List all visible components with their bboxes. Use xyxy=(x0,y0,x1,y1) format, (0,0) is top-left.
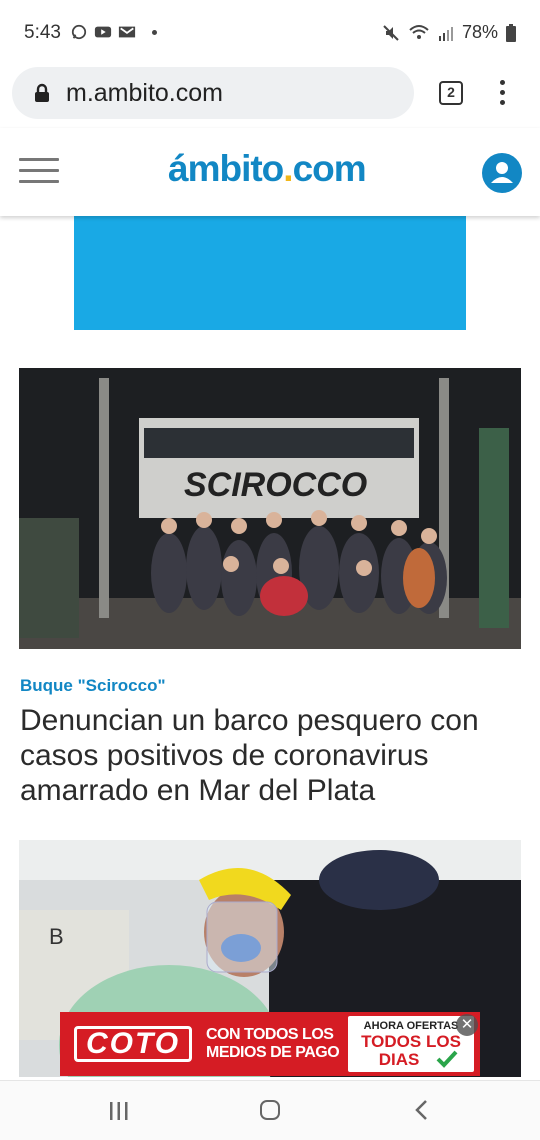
logo-dot: . xyxy=(283,148,293,189)
battery-percent: 78% xyxy=(461,22,498,42)
status-time: 5:43 xyxy=(24,22,61,43)
user-account-icon[interactable] xyxy=(482,153,522,193)
coto-line-2: MEDIOS DE PAGO xyxy=(206,1044,340,1061)
site-logo[interactable]: ámbito.com xyxy=(168,148,367,190)
gmail-icon xyxy=(118,26,136,38)
hamburger-menu-icon[interactable] xyxy=(19,158,59,184)
dot-icon xyxy=(499,80,505,85)
dot-icon xyxy=(152,29,157,35)
back-icon[interactable] xyxy=(414,1099,428,1121)
advertisement-banner[interactable] xyxy=(74,216,466,330)
ship-crew-photo: SCIROCCO xyxy=(19,368,521,649)
dot-icon xyxy=(499,100,505,105)
browser-toolbar: m.ambito.com 2 xyxy=(0,64,540,126)
lock-icon xyxy=(35,83,49,102)
url-text[interactable]: m.ambito.com xyxy=(66,79,223,108)
tab-switcher-button[interactable]: 2 xyxy=(439,81,463,105)
browser-menu-button[interactable] xyxy=(498,80,506,108)
logo-main: ámbito xyxy=(168,148,284,189)
system-icons: 78% xyxy=(382,22,516,43)
coto-advertisement[interactable]: COTO CON TODOS LOS MEDIOS DE PAGO AHORA … xyxy=(60,1012,480,1076)
logo-tld: com xyxy=(292,148,367,189)
dot-icon xyxy=(499,90,505,95)
wifi-icon xyxy=(409,24,429,39)
mute-icon xyxy=(383,24,399,41)
coto-logo: COTO xyxy=(74,1026,192,1062)
status-bar: 5:43 78% xyxy=(0,0,540,64)
offer-line-1: TODOS LOS xyxy=(361,1032,461,1051)
check-icon xyxy=(436,1050,458,1068)
whatsapp-icon xyxy=(71,24,87,40)
ad-close-button[interactable]: ✕ xyxy=(456,1014,478,1036)
coto-line-1: CON TODOS LOS xyxy=(206,1026,334,1043)
article-headline[interactable]: Denuncian un barco pesquero con casos po… xyxy=(20,703,520,808)
signal-icon xyxy=(438,26,453,41)
article-image-ship[interactable]: SCIROCCO xyxy=(19,368,521,649)
home-icon[interactable] xyxy=(260,1100,280,1120)
battery-icon xyxy=(506,23,516,42)
ship-name-text: SCIROCCO xyxy=(184,466,367,504)
system-navigation-bar xyxy=(0,1080,540,1140)
site-header: ámbito.com xyxy=(0,128,540,216)
article-kicker[interactable]: Buque "Scirocco" xyxy=(20,676,166,696)
address-bar[interactable]: m.ambito.com xyxy=(12,67,414,119)
sign-letter: B xyxy=(49,924,64,949)
youtube-icon xyxy=(94,26,112,38)
recents-icon[interactable] xyxy=(108,1101,130,1121)
notification-icons xyxy=(70,24,157,40)
